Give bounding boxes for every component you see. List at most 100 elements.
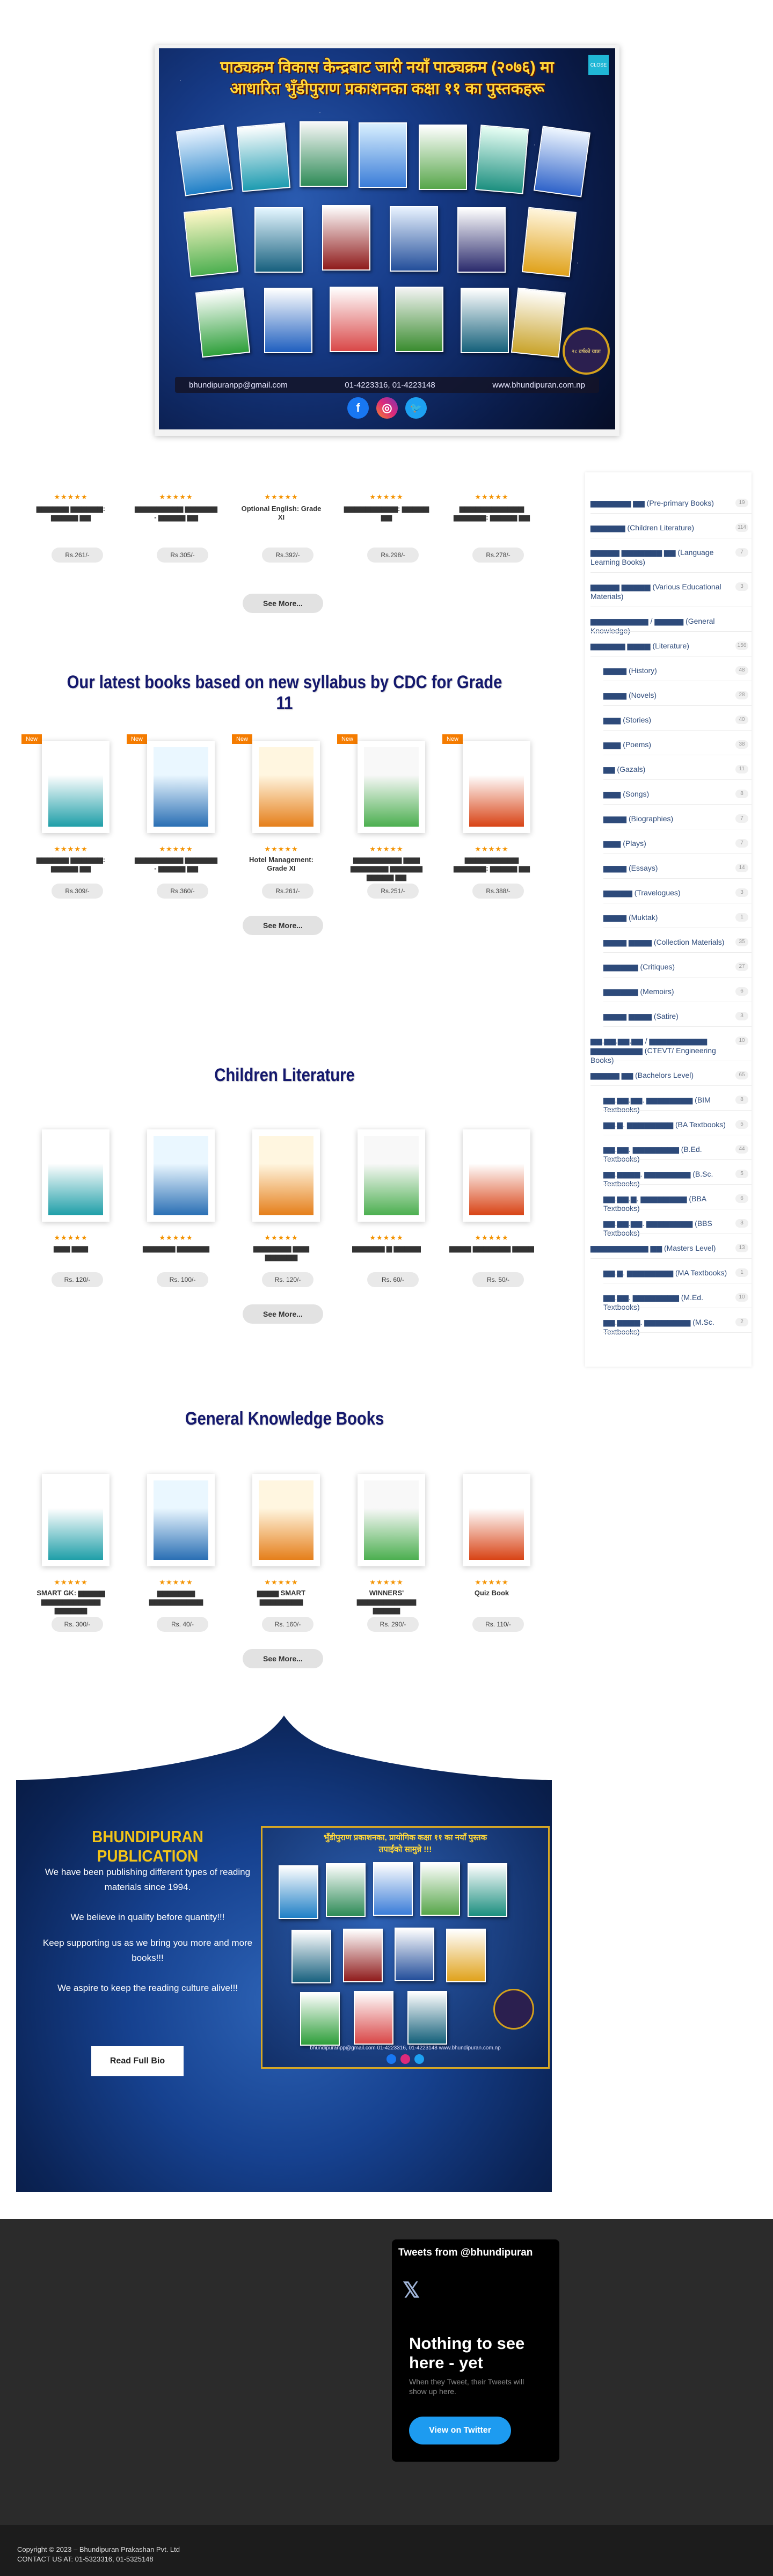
category-label[interactable]: ▆▆▆▆ (History) <box>603 666 730 675</box>
sidebar-category-item[interactable]: ▆▆▆▆▆▆▆ ▆▆ (Pre-primary Books) 19 <box>590 498 752 508</box>
book-title[interactable]: ▆▆▆▆▆▆▆▆▆▆ ▆▆▆▆▆▆: ▆▆▆▆▆ ▆▆ <box>449 856 535 873</box>
category-label[interactable]: ▆▆▆▆▆▆▆▆▆▆ ▆▆ (Masters Level) <box>590 1243 730 1253</box>
category-label[interactable]: ▆▆▆▆ ▆▆▆▆ (Collection Materials) <box>603 937 730 947</box>
category-label[interactable]: ▆▆▆▆▆▆ (Children Literature) <box>590 523 730 532</box>
sidebar-category-item[interactable]: ▆▆▆ (Stories) 40 <box>603 715 752 725</box>
book-card[interactable]: New ★★★★★ ▆▆▆▆▆▆▆▆▆ ▆▆▆▆▆▆ - ▆▆▆▆▆ ▆▆ Rs.36… <box>127 734 223 913</box>
sidebar-category-item[interactable]: ▆▆▆ (Plays) 7 <box>603 838 752 848</box>
book-card[interactable]: ★★★★★ ▆▆▆▆▆▆ ▆ ▆▆▆▆▆ Rs. 60/- <box>339 1129 434 1301</box>
book-thumbnail[interactable] <box>463 741 530 833</box>
sidebar-category-item[interactable]: ▆▆▆▆▆ ▆▆ (Bachelors Level) 65 <box>590 1070 752 1080</box>
banner-close-button[interactable]: CLOSE <box>588 55 609 75</box>
sidebar-category-item[interactable]: ▆▆▆▆ ▆▆▆▆ (Collection Materials) 35 <box>603 937 752 947</box>
sidebar-category-item[interactable]: ▆▆.▆▆. ▆▆▆▆▆▆▆▆ (M.Ed. Textbooks) 10 <box>603 1293 752 1311</box>
category-label[interactable]: ▆▆.▆▆▆▆. ▆▆▆▆▆▆▆▆ (M.Sc. Textbooks) <box>603 1317 730 1337</box>
category-label[interactable]: ▆▆.▆▆. ▆▆▆▆▆▆▆▆ (M.Ed. Textbooks) <box>603 1293 730 1312</box>
category-label[interactable]: ▆▆▆▆▆ ▆▆ (Bachelors Level) <box>590 1070 730 1080</box>
sidebar-category-item[interactable]: ▆▆.▆▆▆▆. ▆▆▆▆▆▆▆▆ (M.Sc. Textbooks) 2 <box>603 1317 752 1336</box>
category-label[interactable]: ▆▆▆▆▆▆▆▆▆▆ / ▆▆▆▆▆ (General Knowledge) <box>590 616 730 636</box>
book-card[interactable]: ★★★★★ WINNERS' ▆▆▆▆▆▆▆▆▆▆▆ ▆▆▆▆▆ Rs. 290/- <box>339 1474 434 1646</box>
category-label[interactable]: ▆▆▆▆ (Novels) <box>603 690 730 700</box>
sidebar-category-item[interactable]: ▆▆.▆▆.▆▆.▆▆ / ▆▆▆▆▆▆▆▆▆▆ ▆▆▆▆▆▆▆▆▆ (CTEV… <box>590 1036 752 1064</box>
see-more-button[interactable]: See More... <box>243 1649 323 1668</box>
category-label[interactable]: ▆▆.▆▆▆▆. ▆▆▆▆▆▆▆▆ (B.Sc. Textbooks) <box>603 1169 730 1188</box>
sidebar-category-item[interactable]: ▆▆▆▆ ▆▆▆▆ (Satire) 3 <box>603 1011 752 1021</box>
sidebar-category-item[interactable]: ▆▆.▆▆▆▆. ▆▆▆▆▆▆▆▆ (B.Sc. Textbooks) 5 <box>603 1169 752 1188</box>
category-label[interactable]: ▆▆▆▆ (Biographies) <box>603 814 730 823</box>
category-label[interactable]: ▆▆.▆. ▆▆▆▆▆▆▆▆ (MA Textbooks) <box>603 1268 730 1278</box>
book-card[interactable]: New ★★★★★ ▆▆▆▆▆▆ ▆▆▆▆▆▆: ▆▆▆▆▆ ▆▆ Rs.309/- <box>21 734 118 913</box>
book-card[interactable]: ★★★★★ ▆▆▆▆▆▆ ▆▆▆▆▆▆: ▆▆▆▆▆ ▆▆ Rs.261/- <box>24 493 118 573</box>
book-title[interactable]: ▆▆▆▆ SMART ▆▆▆▆▆▆▆▆ <box>238 1589 324 1606</box>
twitter-widget-header[interactable]: Tweets from @bhundipuran <box>398 2247 533 2259</box>
category-label[interactable]: ▆▆.▆▆.▆▆. ▆▆▆▆▆▆▆▆ (BBS Textbooks) <box>603 1218 730 1238</box>
category-label[interactable]: ▆▆.▆▆.▆. ▆▆▆▆▆▆▆▆ (BBA Textbooks) <box>603 1194 730 1213</box>
book-card[interactable]: ★★★★★ ▆▆▆▆▆▆▆ ▆▆▆ ▆▆▆▆▆▆ Rs. 120/- <box>234 1129 329 1301</box>
sidebar-category-item[interactable]: ▆▆▆▆▆▆▆▆▆▆ / ▆▆▆▆▆ (General Knowledge) <box>590 616 752 635</box>
book-thumbnail[interactable] <box>42 741 110 833</box>
book-title[interactable]: ▆▆▆▆▆▆▆ ▆▆▆▆▆▆▆▆▆▆ <box>133 1589 219 1606</box>
category-label[interactable]: ▆▆▆▆▆ ▆▆▆▆▆ (Various Educational Materia… <box>590 582 730 601</box>
sidebar-category-item[interactable]: ▆▆▆▆▆ ▆▆▆▆▆▆▆ ▆▆ (Language Learning Book… <box>590 548 752 567</box>
category-label[interactable]: ▆▆▆ (Poems) <box>603 740 730 749</box>
book-thumbnail[interactable] <box>358 1129 425 1222</box>
sidebar-category-item[interactable]: ▆▆.▆. ▆▆▆▆▆▆▆▆ (BA Textbooks) 5 <box>603 1120 752 1129</box>
sidebar-category-item[interactable]: ▆▆▆▆▆ ▆▆▆▆▆ (Various Educational Materia… <box>590 582 752 601</box>
category-label[interactable]: ▆▆▆▆▆▆ ▆▆▆▆ (Literature) <box>590 641 730 651</box>
sidebar-category-item[interactable]: ▆▆.▆▆.▆. ▆▆▆▆▆▆▆▆ (BBA Textbooks) 6 <box>603 1194 752 1213</box>
category-label[interactable]: ▆▆▆ (Stories) <box>603 715 730 725</box>
book-card[interactable]: ★★★★★ ▆▆▆▆▆▆ ▆▆▆▆▆▆ Rs. 100/- <box>129 1129 223 1301</box>
category-label[interactable]: ▆▆.▆▆.▆▆. ▆▆▆▆▆▆▆▆ (BIM Textbooks) <box>603 1095 730 1114</box>
facebook-icon[interactable]: f <box>347 397 369 419</box>
book-title[interactable]: ▆▆▆▆▆▆▆▆▆▆: ▆▆▆▆▆ ▆▆ <box>344 505 429 522</box>
book-title[interactable]: ▆▆▆▆▆▆ ▆▆▆▆▆▆ <box>133 1244 219 1253</box>
twitter-icon[interactable]: 🐦 <box>405 397 427 419</box>
book-thumbnail[interactable] <box>147 741 215 833</box>
category-label[interactable]: ▆▆▆▆▆▆▆ ▆▆ (Pre-primary Books) <box>590 498 730 508</box>
book-thumbnail[interactable] <box>252 1129 320 1222</box>
book-card[interactable]: ★★★★★ ▆▆▆▆ SMART ▆▆▆▆▆▆▆▆ Rs. 160/- <box>234 1474 329 1646</box>
see-more-button[interactable]: See More... <box>243 1304 323 1324</box>
book-thumbnail[interactable] <box>252 1474 320 1566</box>
sidebar-category-item[interactable]: ▆▆▆▆▆▆ (Children Literature) 114 <box>590 523 752 532</box>
book-card[interactable]: ★★★★★ ▆▆▆▆▆▆▆▆▆ ▆▆▆▆▆▆ - ▆▆▆▆▆ ▆▆ Rs.305/- <box>129 493 223 573</box>
book-title[interactable]: ▆▆▆▆▆▆ ▆▆▆▆▆▆: ▆▆▆▆▆ ▆▆ <box>28 505 114 522</box>
sidebar-category-item[interactable]: ▆▆▆▆ (Essays) 14 <box>603 863 752 873</box>
sidebar-category-item[interactable]: ▆▆.▆▆.▆▆. ▆▆▆▆▆▆▆▆ (BIM Textbooks) 8 <box>603 1095 752 1114</box>
book-thumbnail[interactable] <box>147 1474 215 1566</box>
category-label[interactable]: ▆▆ (Gazals) <box>603 764 730 774</box>
book-title[interactable]: ▆▆▆▆▆▆▆▆▆▆▆▆ ▆▆▆▆▆▆: ▆▆▆▆▆ ▆▆ <box>449 505 535 522</box>
book-thumbnail[interactable] <box>42 1474 110 1566</box>
sidebar-category-item[interactable]: ▆▆.▆▆.▆▆. ▆▆▆▆▆▆▆▆ (BBS Textbooks) 3 <box>603 1218 752 1237</box>
view-on-twitter-button[interactable]: View on Twitter <box>409 2417 511 2444</box>
book-title[interactable]: ▆▆▆▆▆▆ ▆ ▆▆▆▆▆ <box>344 1244 429 1253</box>
sidebar-category-item[interactable]: ▆▆▆▆▆▆ (Critiques) 27 <box>603 962 752 972</box>
book-title[interactable]: ▆▆▆▆▆▆▆▆▆ ▆▆▆ ▆▆▆▆▆▆▆ ▆▆▆▆▆▆ ▆▆▆▆▆ ▆▆ <box>344 856 429 881</box>
book-title[interactable]: Quiz Book <box>449 1589 535 1597</box>
book-card[interactable]: ★★★★★ Quiz Book Rs. 110/- <box>444 1474 539 1646</box>
book-title[interactable]: ▆▆▆▆▆▆▆▆▆ ▆▆▆▆▆▆ - ▆▆▆▆▆ ▆▆ <box>133 856 219 873</box>
book-thumbnail[interactable] <box>463 1129 530 1222</box>
book-thumbnail[interactable] <box>147 1129 215 1222</box>
book-card[interactable]: New ★★★★★ ▆▆▆▆▆▆▆▆▆ ▆▆▆ ▆▆▆▆▆▆▆ ▆▆▆▆▆▆ ▆▆▆… <box>337 734 434 913</box>
book-title[interactable]: Optional English: Grade XI <box>238 505 324 522</box>
sidebar-category-item[interactable]: ▆▆▆ (Poems) 38 <box>603 740 752 749</box>
sidebar-category-item[interactable]: ▆▆▆▆ (Biographies) 7 <box>603 814 752 823</box>
category-label[interactable]: ▆▆▆▆ (Essays) <box>603 863 730 873</box>
category-label[interactable]: ▆▆▆ (Plays) <box>603 838 730 848</box>
book-title[interactable]: WINNERS' ▆▆▆▆▆▆▆▆▆▆▆ ▆▆▆▆▆ <box>344 1589 429 1615</box>
book-title[interactable]: Hotel Management: Grade XI <box>238 856 324 873</box>
category-label[interactable]: ▆▆▆▆▆▆ (Memoirs) <box>603 987 730 996</box>
book-card[interactable]: ★★★★★ ▆▆▆▆▆▆▆ ▆▆▆▆▆▆▆▆▆▆ Rs. 40/- <box>129 1474 223 1646</box>
sidebar-category-item[interactable]: ▆▆ (Gazals) 11 <box>603 764 752 774</box>
sidebar-category-item[interactable]: ▆▆▆ (Songs) 8 <box>603 789 752 799</box>
book-title[interactable]: ▆▆▆▆▆▆ ▆▆▆▆▆▆: ▆▆▆▆▆ ▆▆ <box>28 856 114 873</box>
book-card[interactable]: ★★★★★ ▆▆▆▆▆▆▆▆▆▆▆▆ ▆▆▆▆▆▆: ▆▆▆▆▆ ▆▆ Rs.278… <box>444 493 539 573</box>
book-title[interactable]: ▆▆▆▆▆▆▆▆▆ ▆▆▆▆▆▆ - ▆▆▆▆▆ ▆▆ <box>133 505 219 522</box>
book-title[interactable]: ▆▆▆ ▆▆▆ <box>28 1244 114 1253</box>
sidebar-category-item[interactable]: ▆▆▆▆▆▆ (Memoirs) 6 <box>603 987 752 996</box>
category-label[interactable]: ▆▆▆▆▆ (Travelogues) <box>603 888 730 897</box>
book-card[interactable]: ★★★★★ SMART GK: ▆▆▆▆▆ ▆▆▆▆▆▆▆▆▆▆▆ ▆▆▆▆▆▆ R… <box>24 1474 118 1646</box>
book-thumbnail[interactable] <box>42 1129 110 1222</box>
category-label[interactable]: ▆▆▆▆ ▆▆▆▆ (Satire) <box>603 1011 730 1021</box>
